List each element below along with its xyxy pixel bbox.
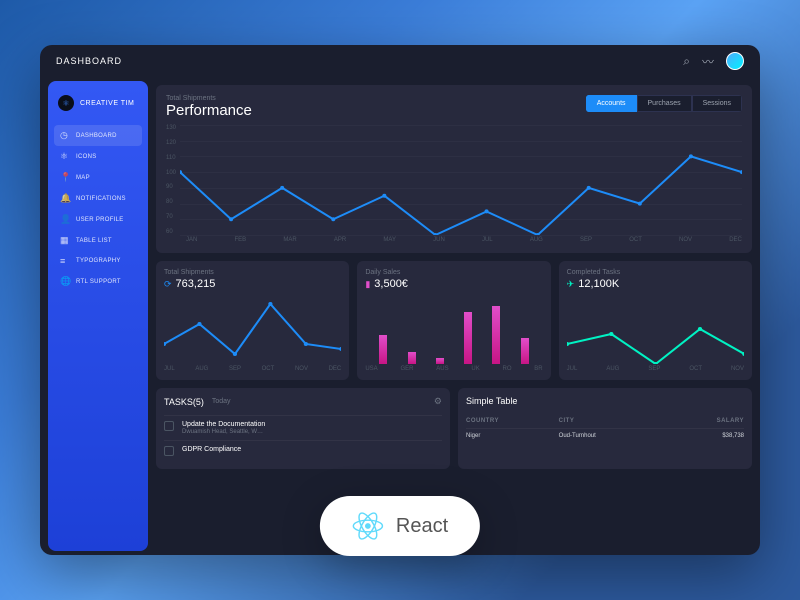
table-header: COUNTRYCITYSALARY (466, 414, 744, 428)
sidebar-item-label: RTL SUPPORT (76, 279, 121, 285)
stat-value: 3,500€ (374, 278, 408, 290)
sidebar-item-typography[interactable]: ≡ TYPOGRAPHY (54, 251, 142, 271)
brand-icon: ⚛ (58, 95, 74, 111)
nav-icon: 🔔 (60, 193, 70, 204)
sidebar-item-user-profile[interactable]: 👤 USER PROFILE (54, 209, 142, 230)
perf-subtitle: Total Shipments (166, 95, 252, 102)
stat-icon: ⟳ (164, 279, 172, 290)
nav-icon: ≡ (60, 256, 70, 266)
app-window: DASHBOARD ⌕ 〰 ⚛ CREATIVE TIM ◷DASHBOARD⚛… (40, 45, 760, 555)
tab-accounts[interactable]: Accounts (586, 95, 637, 112)
stat-card-2: Completed Tasks ✈12,100K JULAUGSEPOCTNOV (559, 261, 752, 380)
sidebar: ⚛ CREATIVE TIM ◷ DASHBOARD ⚛ ICONS 📍 MAP 🔔 NOTI… (48, 81, 148, 551)
brand[interactable]: ⚛ CREATIVE TIM (54, 91, 142, 115)
stat-value: 12,100K (578, 278, 619, 290)
stat-icon: ✈ (567, 279, 575, 290)
search-icon[interactable]: ⌕ (683, 54, 690, 69)
tasks-card: TASKS(5) Today ⚙ Update the Documentatio… (156, 388, 450, 469)
react-label: React (396, 515, 448, 538)
react-icon (352, 510, 384, 542)
sidebar-item-label: TYPOGRAPHY (76, 258, 121, 264)
task-row: GDPR Compliance (164, 440, 442, 461)
topbar-actions: ⌕ 〰 (683, 52, 744, 70)
nav-icon: ◷ (60, 130, 70, 141)
stat-chart (164, 294, 341, 364)
react-badge: React (320, 496, 480, 556)
avatar[interactable] (726, 52, 744, 70)
task-text: Update the DocumentationDwuamish Head, S… (182, 421, 265, 435)
sidebar-item-icons[interactable]: ⚛ ICONS (54, 146, 142, 167)
bottom-row: TASKS(5) Today ⚙ Update the Documentatio… (156, 388, 752, 469)
nav-icon: 🌐 (60, 276, 70, 287)
activity-icon[interactable]: 〰 (702, 53, 714, 70)
nav-icon: 📍 (60, 172, 70, 183)
nav-icon: ▦ (60, 235, 70, 246)
page-title: DASHBOARD (56, 56, 122, 66)
task-checkbox[interactable] (164, 421, 174, 431)
tasks-sub: Today (212, 398, 231, 405)
sidebar-item-label: ICONS (76, 154, 97, 160)
task-text: GDPR Compliance (182, 446, 241, 456)
stat-card-0: Total Shipments ⟳763,215 JULAUGSEPOCTNOV… (156, 261, 349, 380)
sidebar-item-label: NOTIFICATIONS (76, 196, 126, 202)
task-row: Update the DocumentationDwuamish Head, S… (164, 415, 442, 440)
stat-title: Total Shipments (164, 269, 341, 276)
table-row: NigerOud-Turnhout$38,738 (466, 428, 744, 443)
perf-title: Performance (166, 102, 252, 119)
sidebar-item-dashboard[interactable]: ◷ DASHBOARD (54, 125, 142, 146)
task-checkbox[interactable] (164, 446, 174, 456)
stat-chart (365, 294, 542, 364)
performance-card: Total Shipments Performance AccountsPurc… (156, 85, 752, 253)
tab-purchases[interactable]: Purchases (637, 95, 692, 112)
tab-sessions[interactable]: Sessions (692, 95, 742, 112)
table-card: Simple Table COUNTRYCITYSALARYNigerOud-T… (458, 388, 752, 469)
perf-tabs: AccountsPurchasesSessions (586, 95, 742, 112)
stat-chart (567, 294, 744, 364)
gear-icon[interactable]: ⚙ (434, 396, 442, 407)
brand-text: CREATIVE TIM (80, 100, 134, 107)
perf-chart: 13012011010090807060 (166, 125, 742, 235)
stat-icon: ▮ (365, 279, 370, 290)
content: Total Shipments Performance AccountsPurc… (148, 77, 760, 555)
stat-value: 763,215 (176, 278, 216, 290)
nav-icon: 👤 (60, 214, 70, 225)
sidebar-item-table-list[interactable]: ▦ TABLE LIST (54, 230, 142, 251)
topbar: DASHBOARD ⌕ 〰 (40, 45, 760, 77)
stat-title: Daily Sales (365, 269, 542, 276)
stat-card-1: Daily Sales ▮3,500€ USAGERAUSUKROBR (357, 261, 550, 380)
table-title: Simple Table (466, 396, 744, 406)
sidebar-item-label: TABLE LIST (76, 238, 112, 244)
sidebar-item-label: DASHBOARD (76, 133, 117, 139)
stats-row: Total Shipments ⟳763,215 JULAUGSEPOCTNOV… (156, 261, 752, 380)
sidebar-item-map[interactable]: 📍 MAP (54, 167, 142, 188)
tasks-title: TASKS(5) (164, 397, 204, 407)
sidebar-item-label: USER PROFILE (76, 217, 124, 223)
nav-icon: ⚛ (60, 151, 70, 162)
sidebar-item-rtl-support[interactable]: 🌐 RTL SUPPORT (54, 271, 142, 292)
sidebar-item-label: MAP (76, 175, 90, 181)
main: ⚛ CREATIVE TIM ◷ DASHBOARD ⚛ ICONS 📍 MAP 🔔 NOTI… (40, 77, 760, 555)
sidebar-item-notifications[interactable]: 🔔 NOTIFICATIONS (54, 188, 142, 209)
stat-title: Completed Tasks (567, 269, 744, 276)
